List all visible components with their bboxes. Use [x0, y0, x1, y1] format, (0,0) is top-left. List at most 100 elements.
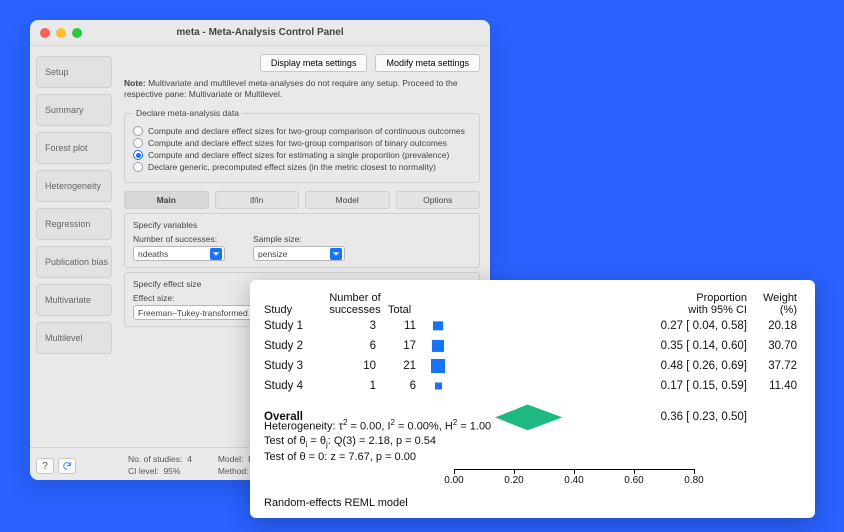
study-marker-cell [438, 316, 637, 336]
radio-icon [133, 162, 143, 172]
sidebar-item-label: Regression [45, 219, 91, 229]
status-label: Method: [218, 466, 249, 476]
study-name: Study 2 [264, 340, 322, 352]
radio-proportion[interactable]: Compute and declare effect sizes for est… [133, 150, 471, 160]
study-weight: 20.18 [747, 320, 797, 332]
corner-buttons: ? [36, 458, 76, 474]
sidebar-item-label: Setup [45, 67, 69, 77]
radio-label: Compute and declare effect sizes for two… [148, 138, 447, 148]
setup-note: Note: Multivariate and multilevel meta-a… [124, 78, 480, 100]
forest-row: Study 1 3 11 0.27 [ 0.04, 0.58] 20.18 [264, 316, 797, 336]
study-ci: 0.48 [ 0.26, 0.69] [637, 360, 747, 372]
study-total: 6 [388, 380, 438, 392]
chevron-down-icon [330, 248, 342, 260]
radio-binary[interactable]: Compute and declare effect sizes for two… [133, 138, 471, 148]
radio-icon [133, 126, 143, 136]
help-button[interactable]: ? [36, 458, 54, 474]
sidebar-item-label: Forest plot [45, 143, 88, 153]
study-name: Study 1 [264, 320, 322, 332]
forest-row: Study 3 10 21 0.48 [ 0.26, 0.69] 37.72 [264, 356, 797, 376]
study-ci: 0.35 [ 0.14, 0.60] [637, 340, 747, 352]
col-proportion: Proportion with 95% CI [637, 292, 747, 316]
declare-fieldset: Declare meta-analysis data Compute and d… [124, 108, 480, 183]
study-total: 11 [388, 320, 438, 332]
sample-size-value: pensize [258, 249, 287, 259]
display-settings-button[interactable]: Display meta settings [260, 54, 368, 72]
study-ci: 0.17 [ 0.15, 0.59] [637, 380, 747, 392]
col-total: Total [388, 304, 438, 316]
status-label: Model: [218, 454, 244, 464]
study-name: Study 4 [264, 380, 322, 392]
axis-tick-label: 0.40 [564, 475, 583, 486]
sidebar-item-summary[interactable]: Summary [36, 94, 112, 126]
study-marker-cell [438, 376, 637, 396]
sidebar-item-multilevel[interactable]: Multilevel [36, 322, 112, 354]
sample-size-combo[interactable]: pensize [253, 246, 345, 261]
forest-overall-row: Overall 0.36 [ 0.23, 0.50] [264, 396, 797, 416]
subtab-bar: Main if/in Model Options [124, 191, 480, 209]
study-marker-cell [438, 356, 637, 376]
study-marker-cell [438, 336, 637, 356]
sidebar-item-label: Multivariate [45, 295, 91, 305]
radio-icon [133, 150, 143, 160]
group-title: Specify variables [133, 220, 471, 230]
tab-model[interactable]: Model [305, 191, 390, 209]
successes-label: Number of successes: [133, 234, 225, 244]
forest-plot-card: Study Number of successes Total Proporti… [250, 280, 815, 518]
study-successes: 10 [322, 360, 388, 372]
forest-axis: 0.000.200.400.600.80 [454, 465, 694, 493]
col-weight: Weight (%) [747, 292, 797, 316]
sidebar-item-label: Heterogeneity [45, 181, 101, 191]
sidebar-item-label: Summary [45, 105, 84, 115]
window-title: meta - Meta-Analysis Control Panel [30, 27, 490, 38]
col-successes: Number of successes [322, 292, 388, 316]
radio-generic[interactable]: Declare generic, precomputed effect size… [133, 162, 471, 172]
declare-legend: Declare meta-analysis data [133, 108, 242, 118]
modify-settings-button[interactable]: Modify meta settings [375, 54, 480, 72]
chevron-down-icon [210, 248, 222, 260]
status-value: 4 [187, 454, 192, 464]
axis-tick-label: 0.80 [684, 475, 703, 486]
status-label: CI level: [128, 466, 159, 476]
tab-main[interactable]: Main [124, 191, 209, 209]
study-weight: 37.72 [747, 360, 797, 372]
sidebar-item-setup[interactable]: Setup [36, 56, 112, 88]
overall-ci: 0.36 [ 0.23, 0.50] [637, 411, 747, 423]
forest-row: Study 2 6 17 0.35 [ 0.14, 0.60] 30.70 [264, 336, 797, 356]
study-weight: 11.40 [747, 380, 797, 392]
axis-tick-label: 0.60 [624, 475, 643, 486]
tab-if-in[interactable]: if/in [215, 191, 300, 209]
sample-size-label: Sample size: [253, 234, 345, 244]
specify-variables-group: Specify variables Number of successes: n… [124, 213, 480, 268]
sidebar-item-forest-plot[interactable]: Forest plot [36, 132, 112, 164]
sidebar-item-regression[interactable]: Regression [36, 208, 112, 240]
study-name: Study 3 [264, 360, 322, 372]
sidebar-item-label: Multilevel [45, 333, 83, 343]
successes-combo[interactable]: ndeaths [133, 246, 225, 261]
forest-model-footer: Random-effects REML model [264, 497, 797, 509]
study-weight: 30.70 [747, 340, 797, 352]
radio-label: Compute and declare effect sizes for two… [148, 126, 465, 136]
refresh-button[interactable] [58, 458, 76, 474]
status-label: No. of studies: [128, 454, 182, 464]
tab-options[interactable]: Options [396, 191, 481, 209]
forest-header-row: Study Number of successes Total Proporti… [264, 292, 797, 316]
sidebar: Setup Summary Forest plot Heterogeneity … [30, 46, 118, 447]
window-titlebar: meta - Meta-Analysis Control Panel [30, 20, 490, 46]
col-study: Study [264, 304, 322, 316]
status-value: 95% [163, 466, 180, 476]
axis-tick-label: 0.20 [504, 475, 523, 486]
overall-marker-cell [438, 396, 637, 439]
axis-tick-label: 0.00 [444, 475, 463, 486]
sidebar-item-heterogeneity[interactable]: Heterogeneity [36, 170, 112, 202]
radio-label: Compute and declare effect sizes for est… [148, 150, 449, 160]
study-successes: 3 [322, 320, 388, 332]
sidebar-item-multivariate[interactable]: Multivariate [36, 284, 112, 316]
sidebar-item-publication-bias[interactable]: Publication bias [36, 246, 112, 278]
study-successes: 6 [322, 340, 388, 352]
radio-continuous[interactable]: Compute and declare effect sizes for two… [133, 126, 471, 136]
sidebar-item-label: Publication bias [45, 257, 108, 267]
overall-test-line: Test of θ = 0: z = 7.67, p = 0.00 [264, 451, 797, 463]
study-total: 17 [388, 340, 438, 352]
note-body: Multivariate and multilevel meta-analyse… [124, 78, 458, 99]
